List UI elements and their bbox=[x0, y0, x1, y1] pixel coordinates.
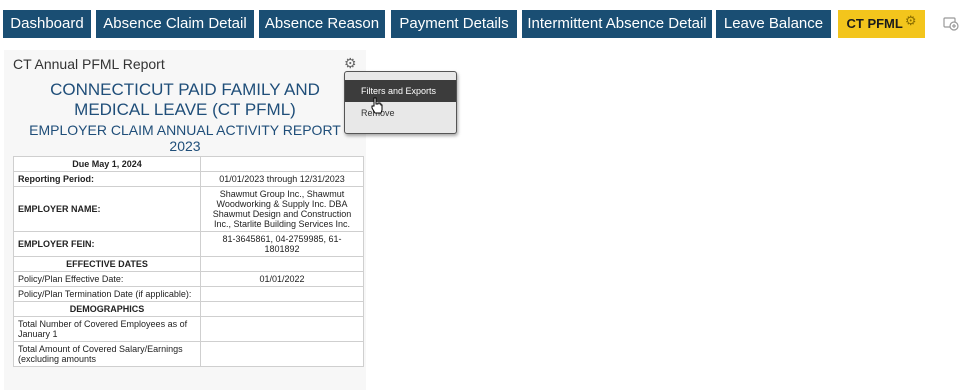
report-card: CT Annual PFML Report ⚙ CONNECTICUT PAID… bbox=[4, 50, 366, 390]
gear-icon[interactable]: ⚙ bbox=[905, 7, 917, 35]
covered-salary-label: Total Amount of Covered Salary/Earnings … bbox=[13, 341, 201, 367]
table-cell bbox=[200, 316, 364, 342]
table-cell bbox=[200, 256, 364, 272]
due-date: Due May 1, 2024 bbox=[13, 156, 201, 172]
context-menu: Filters and Exports Remove bbox=[344, 71, 457, 134]
report-heading: CONNECTICUT PAID FAMILY AND MEDICAL LEAV… bbox=[4, 80, 366, 120]
report-heading-line1: CONNECTICUT PAID FAMILY AND bbox=[50, 80, 320, 99]
tab-bar: Dashboard Absence Claim Detail Absence R… bbox=[0, 10, 975, 38]
table-row: EMPLOYER FEIN: 81-3645861, 04-2759985, 6… bbox=[13, 231, 364, 257]
table-row: EFFECTIVE DATES bbox=[13, 256, 364, 272]
demographics-header: DEMOGRAPHICS bbox=[13, 301, 201, 317]
tab-ct-pfml[interactable]: CT PFML ⚙ bbox=[838, 10, 925, 38]
table-row: Reporting Period: 01/01/2023 through 12/… bbox=[13, 171, 364, 187]
table-row: Due May 1, 2024 bbox=[13, 156, 364, 172]
report-subheading: EMPLOYER CLAIM ANNUAL ACTIVITY REPORT 20… bbox=[4, 122, 366, 154]
table-row: Policy/Plan Effective Date: 01/01/2022 bbox=[13, 271, 364, 287]
table-row: Total Amount of Covered Salary/Earnings … bbox=[13, 341, 364, 367]
tab-dashboard[interactable]: Dashboard bbox=[3, 10, 91, 38]
reporting-period-value: 01/01/2023 through 12/31/2023 bbox=[200, 171, 364, 187]
employer-name-value: Shawmut Group Inc., Shawmut Woodworking … bbox=[200, 186, 364, 232]
reporting-period-label: Reporting Period: bbox=[13, 171, 201, 187]
table-cell bbox=[200, 156, 364, 172]
tab-intermittent-absence-detail[interactable]: Intermittent Absence Detail bbox=[522, 10, 712, 38]
effective-dates-header: EFFECTIVE DATES bbox=[13, 256, 201, 272]
report-heading-line2: MEDICAL LEAVE (CT PFML) bbox=[74, 100, 296, 119]
tab-ct-pfml-label: CT PFML bbox=[846, 16, 903, 31]
table-row: DEMOGRAPHICS bbox=[13, 301, 364, 317]
table-cell bbox=[200, 341, 364, 367]
table-row: EMPLOYER NAME: Shawmut Group Inc., Shawm… bbox=[13, 186, 364, 232]
add-tab-icon[interactable] bbox=[941, 14, 961, 34]
menu-item-remove[interactable]: Remove bbox=[345, 102, 456, 124]
tab-absence-reason[interactable]: Absence Reason bbox=[259, 10, 385, 38]
tab-payment-details[interactable]: Payment Details bbox=[391, 10, 517, 38]
tab-leave-balance[interactable]: Leave Balance bbox=[716, 10, 831, 38]
table-cell bbox=[200, 286, 364, 302]
tab-absence-claim-detail[interactable]: Absence Claim Detail bbox=[96, 10, 254, 38]
menu-item-filters-and-exports[interactable]: Filters and Exports bbox=[345, 80, 456, 102]
gear-icon[interactable]: ⚙ bbox=[344, 55, 357, 72]
employer-fein-label: EMPLOYER FEIN: bbox=[13, 231, 201, 257]
report-table: Due May 1, 2024 Reporting Period: 01/01/… bbox=[13, 156, 364, 367]
table-cell bbox=[200, 301, 364, 317]
covered-employees-label: Total Number of Covered Employees as of … bbox=[13, 316, 201, 342]
card-title: CT Annual PFML Report bbox=[13, 56, 165, 72]
policy-effective-value: 01/01/2022 bbox=[200, 271, 364, 287]
cursor-icon bbox=[370, 97, 384, 115]
employer-name-label: EMPLOYER NAME: bbox=[13, 186, 201, 232]
employer-fein-value: 81-3645861, 04-2759985, 61-1801892 bbox=[200, 231, 364, 257]
policy-effective-label: Policy/Plan Effective Date: bbox=[13, 271, 201, 287]
table-row: Policy/Plan Termination Date (if applica… bbox=[13, 286, 364, 302]
policy-termination-label: Policy/Plan Termination Date (if applica… bbox=[13, 286, 201, 302]
table-row: Total Number of Covered Employees as of … bbox=[13, 316, 364, 342]
report-subheading-line2: 2023 bbox=[169, 138, 201, 154]
report-subheading-line1: EMPLOYER CLAIM ANNUAL ACTIVITY REPORT bbox=[29, 122, 341, 138]
